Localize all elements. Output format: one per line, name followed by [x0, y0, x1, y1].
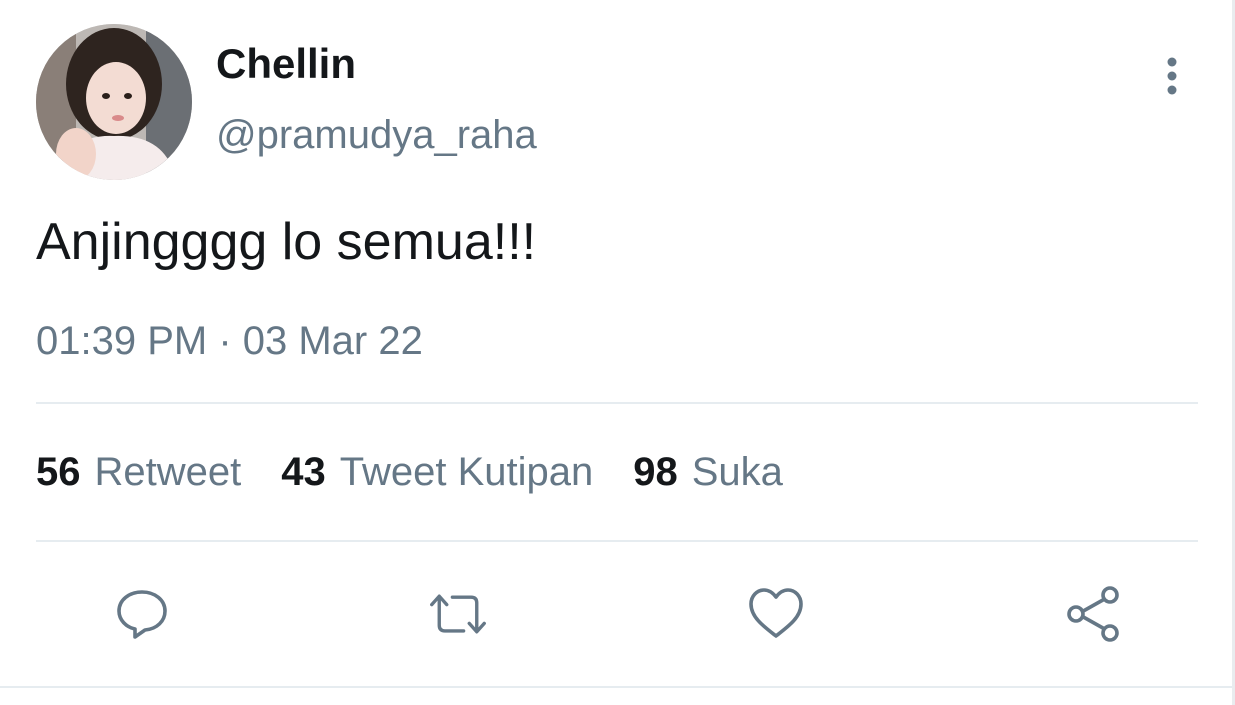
avatar[interactable]: [36, 24, 192, 180]
user-handle[interactable]: @pramudya_raha: [216, 112, 537, 158]
retweet-count: 56: [36, 450, 81, 494]
quote-tweet-stat[interactable]: 43 Tweet Kutipan: [281, 448, 593, 496]
share-icon: [1067, 586, 1119, 642]
divider: [36, 402, 1198, 404]
more-options-button[interactable]: [1150, 52, 1194, 100]
avatar-photo: [36, 24, 192, 180]
heart-icon: [749, 588, 803, 638]
reply-button[interactable]: [112, 584, 172, 644]
retweet-button[interactable]: [428, 584, 488, 644]
quote-tweet-count: 43: [281, 450, 326, 494]
retweet-label: Retweet: [94, 450, 242, 494]
quote-tweet-label: Tweet Kutipan: [339, 450, 594, 494]
bottom-divider: [0, 686, 1235, 688]
tweet-text: Anjingggg lo semua!!!: [36, 213, 537, 271]
more-vertical-icon: [1167, 57, 1177, 95]
divider: [36, 540, 1198, 542]
share-button[interactable]: [1064, 584, 1124, 644]
reply-icon: [117, 590, 167, 639]
like-button[interactable]: [746, 584, 806, 644]
like-label: Suka: [691, 450, 783, 494]
like-stat[interactable]: 98 Suka: [633, 448, 783, 496]
like-count: 98: [633, 450, 678, 494]
tweet-timestamp[interactable]: 01:39 PM · 03 Mar 22: [36, 318, 423, 364]
display-name[interactable]: Chellin: [216, 40, 356, 88]
retweet-stat[interactable]: 56 Retweet: [36, 448, 241, 496]
tweet-detail: Chellin @pramudya_raha Anjingggg lo semu…: [0, 0, 1235, 705]
engagement-stats: 56 Retweet 43 Tweet Kutipan 98 Suka: [36, 448, 823, 496]
retweet-icon: [430, 594, 486, 634]
